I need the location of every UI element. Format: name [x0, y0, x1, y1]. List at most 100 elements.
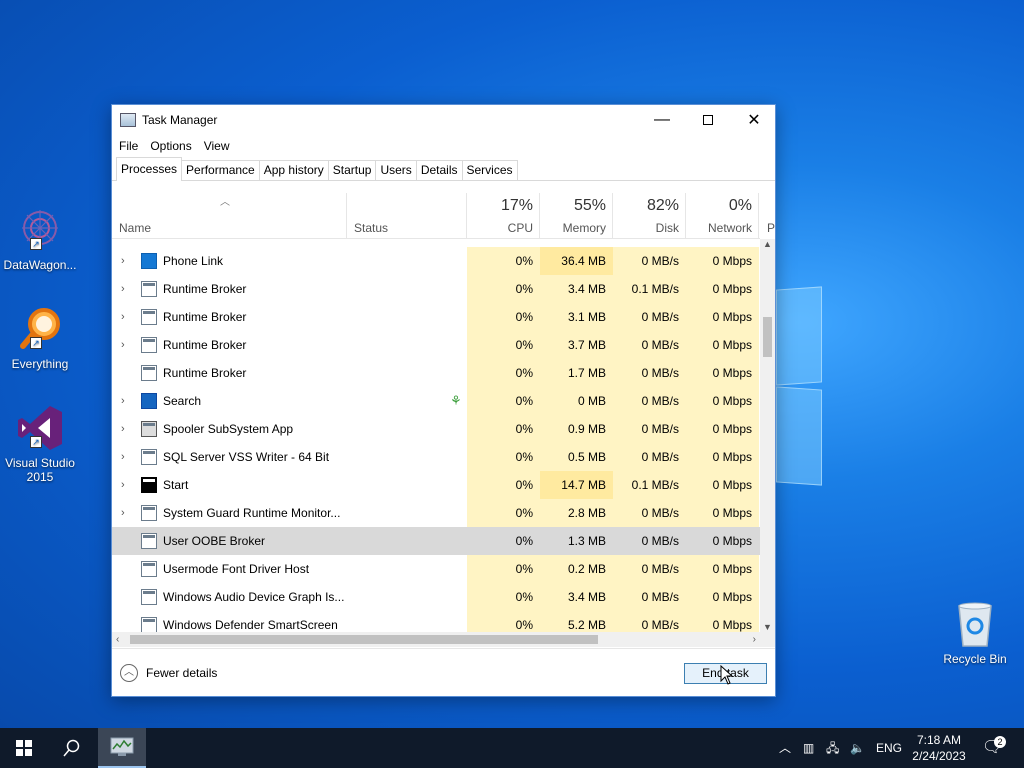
tab-users[interactable]: Users — [375, 160, 417, 180]
tab-performance[interactable]: Performance — [181, 160, 260, 180]
process-name: SQL Server VSS Writer - 64 Bit — [163, 450, 330, 464]
column-header-disk[interactable]: 82% Disk — [613, 193, 686, 239]
scrollbar-corner — [760, 632, 775, 647]
desktop-icon-datawagon[interactable]: ↗ DataWagon... — [0, 206, 80, 272]
cell-memory: 14.7 MB — [540, 471, 613, 499]
process-icon — [141, 505, 157, 521]
tab-services[interactable]: Services — [461, 160, 518, 180]
table-row[interactable]: › Runtime Broker 0% 3.7 MB 0 MB/s 0 Mbps — [112, 331, 760, 359]
table-row[interactable]: User OOBE Broker 0% 1.3 MB 0 MB/s 0 Mbps — [112, 527, 760, 555]
expand-chevron-icon[interactable]: › — [121, 303, 125, 331]
volume-icon[interactable]: 🔈 — [850, 728, 865, 768]
expand-chevron-icon[interactable]: › — [121, 499, 125, 527]
table-row[interactable]: › Phone Link 0% 36.4 MB 0 MB/s 0 Mbps — [112, 247, 760, 275]
vertical-scroll-thumb[interactable] — [763, 317, 772, 357]
table-row[interactable]: › Search ⚘ 0% 0 MB 0 MB/s 0 Mbps — [112, 387, 760, 415]
table-row[interactable]: › Start 0% 14.7 MB 0.1 MB/s 0 Mbps — [112, 471, 760, 499]
table-row[interactable]: › System Guard Runtime Monitor... 0% 2.8 MB… — [112, 499, 760, 527]
expand-chevron-icon[interactable]: › — [121, 247, 125, 275]
minimize-button[interactable]: — — [639, 105, 685, 135]
process-name: Start — [163, 478, 189, 492]
language-indicator[interactable]: ENG — [876, 728, 902, 768]
expand-chevron-icon[interactable]: › — [121, 275, 125, 303]
table-row[interactable]: › Runtime Broker 0% 3.4 MB 0.1 MB/s 0 Mbps — [112, 275, 760, 303]
column-header-status[interactable]: Status — [347, 193, 467, 239]
taskbar-task-manager[interactable] — [98, 728, 146, 768]
column-header-cpu[interactable]: 17% CPU — [467, 193, 540, 239]
cell-network: 0 Mbps — [686, 611, 759, 632]
expand-chevron-icon[interactable]: › — [121, 387, 125, 415]
table-row[interactable]: › Runtime Broker 0% 3.1 MB 0 MB/s 0 Mbps — [112, 303, 760, 331]
desktop-icon-visual-studio[interactable]: ↗ Visual Studio 2015 — [0, 404, 80, 484]
search-button[interactable] — [48, 728, 96, 768]
minimize-icon: — — [654, 111, 670, 128]
title-bar[interactable]: Task Manager — ✕ — [112, 105, 775, 135]
expand-chevron-icon[interactable]: › — [121, 443, 125, 471]
process-icon — [141, 253, 157, 269]
menu-file[interactable]: File — [119, 139, 138, 153]
maximize-button[interactable] — [685, 105, 731, 135]
process-name: User OOBE Broker — [163, 534, 266, 548]
start-button[interactable] — [0, 728, 48, 768]
tab-details[interactable]: Details — [415, 160, 463, 180]
scroll-down-icon[interactable]: ▼ — [760, 622, 775, 632]
table-row[interactable]: Windows Audio Device Graph Is... 0% 3.4 MB… — [112, 583, 760, 611]
clock[interactable]: 7:18 AM 2/24/2023 — [904, 732, 974, 764]
expand-chevron-icon[interactable]: › — [121, 415, 125, 443]
process-icon — [141, 281, 157, 297]
horizontal-scrollbar[interactable]: ‹ › — [112, 632, 760, 647]
table-row[interactable]: Windows Defender SmartScreen 0% 5.2 MB 0 MB… — [112, 611, 760, 632]
cell-memory: 0.2 MB — [540, 555, 613, 583]
cell-cpu: 0% — [467, 611, 540, 632]
cell-memory: 36.4 MB — [540, 247, 613, 275]
scroll-left-icon[interactable]: ‹ — [116, 632, 119, 647]
cell-cpu: 0% — [467, 527, 540, 555]
horizontal-scroll-thumb[interactable] — [130, 635, 598, 644]
desktop-icon-recycle-bin[interactable]: Recycle Bin — [935, 602, 1015, 666]
show-hidden-icons-button[interactable]: ︿ — [779, 728, 791, 768]
tab-app-history[interactable]: App history — [258, 160, 329, 180]
process-name: Phone Link — [163, 254, 224, 268]
table-row[interactable]: › SQL Server VSS Writer - 64 Bit 0% 0.5 MB 0… — [112, 443, 760, 471]
maximize-icon — [703, 115, 713, 125]
table-row[interactable]: Runtime Broker 0% 1.7 MB 0 MB/s 0 Mbps — [112, 359, 760, 387]
vertical-scrollbar[interactable]: ▲ ▼ — [760, 239, 775, 632]
tab-processes[interactable]: Processes — [116, 157, 183, 181]
scroll-right-icon[interactable]: › — [753, 632, 756, 647]
clock-time: 7:18 AM — [916, 733, 962, 747]
menu-view[interactable]: View — [204, 139, 230, 153]
tab-startup[interactable]: Startup — [327, 160, 377, 180]
column-header-memory[interactable]: 55% Memory — [540, 193, 613, 239]
cell-disk: 0.1 MB/s — [613, 275, 686, 303]
cell-cpu: 0% — [467, 275, 540, 303]
close-button[interactable]: ✕ — [731, 105, 777, 135]
menu-options[interactable]: Options — [150, 139, 191, 153]
cell-disk: 0 MB/s — [613, 611, 686, 632]
disk-total: 82% — [646, 197, 679, 214]
table-header: ︿ Name Status 17% CPU 55% Memory 82% Dis… — [112, 193, 775, 239]
table-row[interactable]: › Spooler SubSystem App 0% 0.9 MB 0 MB/s 0 Mb… — [112, 415, 760, 443]
process-icon — [141, 337, 157, 353]
expand-chevron-icon[interactable]: › — [121, 331, 125, 359]
cell-network: 0 Mbps — [686, 499, 759, 527]
desktop-icon-everything[interactable]: ↗ Everything — [0, 305, 80, 371]
column-header-name[interactable]: ︿ Name — [112, 193, 347, 239]
cell-memory: 5.2 MB — [540, 611, 613, 632]
scroll-up-icon[interactable]: ▲ — [760, 239, 775, 249]
cell-cpu: 0% — [467, 443, 540, 471]
column-header-power[interactable]: P — [759, 193, 775, 239]
fewer-details-button[interactable]: ︿ Fewer details — [120, 664, 217, 682]
windows-start-icon — [16, 740, 32, 756]
wallpaper-windows-logo — [776, 286, 824, 492]
network-icon[interactable]: 🖧 — [826, 728, 839, 768]
column-header-network[interactable]: 0% Network — [686, 193, 759, 239]
column-label: Name — [119, 221, 152, 235]
expand-chevron-icon[interactable]: › — [121, 471, 125, 499]
action-center-button[interactable]: 🗨 2 — [982, 728, 1006, 768]
desktop-icon-label: Everything — [11, 357, 69, 371]
datawagon-icon: ↗ — [16, 206, 64, 254]
tray-tablet-icon[interactable]: ▥ — [803, 728, 814, 768]
cell-cpu: 0% — [467, 583, 540, 611]
cell-cpu: 0% — [467, 359, 540, 387]
table-row[interactable]: Usermode Font Driver Host 0% 0.2 MB 0 MB/s 0… — [112, 555, 760, 583]
